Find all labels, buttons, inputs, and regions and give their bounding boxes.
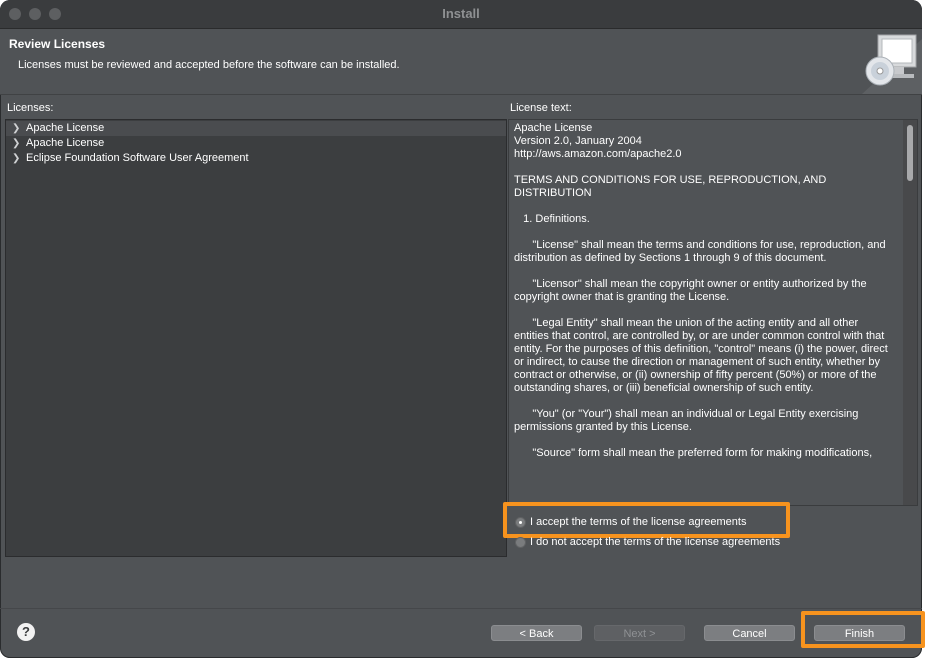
- install-window: Install Review Licenses Licenses must be…: [0, 0, 922, 658]
- tree-item-apache-license-1[interactable]: ❯ Apache License: [6, 121, 506, 136]
- decline-radio-button[interactable]: [515, 537, 526, 548]
- help-icon[interactable]: ?: [17, 623, 35, 641]
- accept-radio-button[interactable]: [515, 517, 526, 528]
- license-text-label: License text:: [510, 102, 572, 114]
- title-bar: Install: [0, 0, 922, 29]
- tree-item-label: Apache License: [26, 137, 105, 149]
- chevron-right-icon[interactable]: ❯: [12, 121, 20, 136]
- install-computer-cd-icon: [862, 34, 922, 94]
- window-title: Install: [442, 6, 480, 21]
- next-button[interactable]: Next >: [594, 625, 685, 641]
- decline-radio-label: I do not accept the terms of the license…: [530, 536, 781, 548]
- license-text-content: Apache License Version 2.0, January 2004…: [514, 122, 888, 459]
- footer-divider: [0, 608, 922, 609]
- chevron-right-icon[interactable]: ❯: [12, 136, 20, 151]
- tree-item-eclipse-agreement[interactable]: ❯ Eclipse Foundation Software User Agree…: [6, 151, 506, 166]
- license-text-scrollbar[interactable]: [903, 120, 917, 505]
- back-button[interactable]: < Back: [491, 625, 582, 641]
- tree-item-label: Apache License: [26, 122, 105, 134]
- chevron-right-icon[interactable]: ❯: [12, 151, 20, 166]
- wizard-header: Review Licenses Licenses must be reviewe…: [0, 29, 922, 95]
- cancel-button[interactable]: Cancel: [704, 625, 795, 641]
- tree-item-label: Eclipse Foundation Software User Agreeme…: [26, 152, 249, 164]
- finish-highlight-box: [801, 611, 925, 648]
- accept-radio-label: I accept the terms of the license agreem…: [530, 516, 747, 528]
- licenses-label: Licenses:: [7, 102, 54, 114]
- licenses-tree[interactable]: ❯ Apache License ❯ Apache License ❯ Ecli…: [5, 119, 507, 557]
- page-description: Licenses must be reviewed and accepted b…: [18, 59, 400, 71]
- page-title: Review Licenses: [9, 37, 106, 51]
- scrollbar-thumb[interactable]: [907, 125, 913, 181]
- license-text-area[interactable]: Apache License Version 2.0, January 2004…: [508, 119, 918, 506]
- tree-item-apache-license-2[interactable]: ❯ Apache License: [6, 136, 506, 151]
